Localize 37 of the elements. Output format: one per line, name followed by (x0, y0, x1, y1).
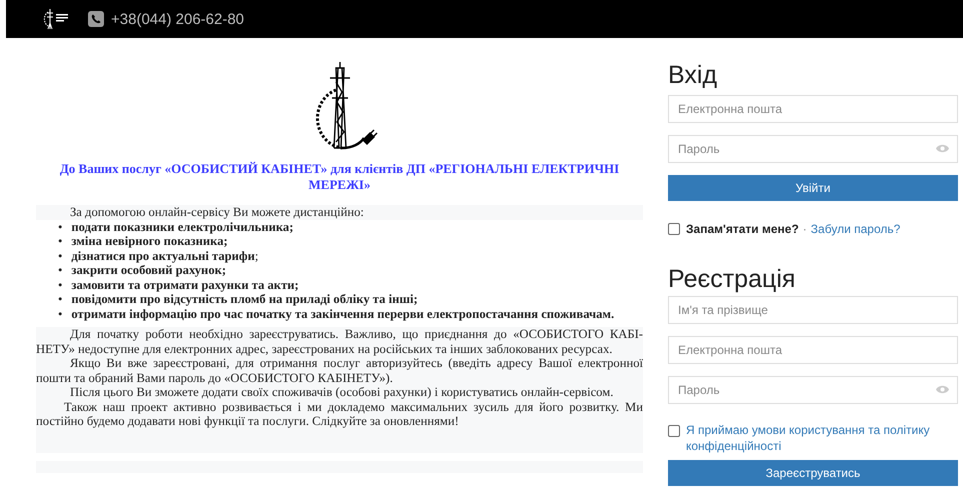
feature-item: дізнатися про актуальні тарифи; (71, 248, 258, 263)
feature-item: зміна невірного показника; (71, 234, 228, 248)
feature-item: повідомити про відсутність пломб на приладі обліку та інші; (71, 292, 418, 306)
bullet-mark: • (58, 278, 62, 292)
email-field[interactable]: Електронна пошта (668, 336, 958, 364)
forgot-password-link[interactable]: Забули пароль? (810, 222, 900, 236)
separator-dot: · (802, 222, 807, 236)
feature-item: подати показники електролічильника; (71, 220, 294, 234)
login-button[interactable]: Увійти (668, 175, 958, 201)
bullet-mark: • (58, 306, 62, 321)
remember-label: Запам'ятати мене? (686, 222, 799, 236)
remember-checkbox[interactable] (668, 223, 680, 235)
bullet-mark: • (58, 263, 62, 278)
password-field[interactable]: Пароль (668, 376, 958, 404)
bullet-mark: • (58, 248, 62, 263)
bullet-mark: • (58, 292, 62, 306)
phone-number: +38(044) 206-62-80 (111, 10, 244, 28)
info-paragraph: Якщо Ви вже зареєстровані, для отримання послуг авторизуйтесь (введіть адресу Вашої електронної пошти та обраний Вами пароль до «ОСОБИСТОГО КАБІНЕТУ»). (36, 356, 643, 385)
login-heading: Вхід (668, 60, 718, 90)
terms-link[interactable]: Я приймаю умови користування та політику конфіденційності (686, 422, 958, 454)
welcome-title: До Ваших послуг «ОСОБИСТИЙ КАБІНЕТ» для клієнтів ДП «РЕГІОНАЛЬНІ ЕЛЕКТРИЧНІ МЕРЕЖІ» (58, 161, 620, 193)
bullet-mark: • (58, 234, 62, 248)
feature-item: замовити та отримати рахунки та акти; (71, 278, 299, 292)
info-paragraph: Також наш проект активно розвивається і ми докладемо максимальних зусиль для його розвитку. Ми постійно будемо додавати нові функції та послуги. Слідкуйте за оновленнями! (36, 400, 643, 428)
feature-item: отримати інформацію про час початку та закінчення перерви електропостачання споживачам. (71, 306, 614, 321)
bullet-mark: • (58, 220, 62, 234)
name-field[interactable]: Ім'я та прізвище (668, 296, 958, 324)
terms-checkbox[interactable] (668, 425, 680, 437)
password-field[interactable]: Пароль (668, 135, 958, 163)
info-paragraph: Для початку роботи необхідно зареєструватись. Важливо, що приєднання до «ОСОБИСТОГО КАБІ-НЕТУ» недоступне для електронних адрес, зареєстрованих на російських та інших заблокованих ресурсах. (36, 327, 643, 356)
features-lead: За допомогою онлайн-сервісу Ви можете дистанційно: (69, 205, 365, 220)
feature-item: закрити особовий рахунок; (71, 263, 226, 278)
register-heading: Реєстрація (668, 264, 796, 294)
register-button[interactable]: Зареєструватись (668, 460, 958, 486)
info-paragraph: Після цього Ви зможете додати своїх споживачів (особові рахунки) і користуватись онлайн-сервісом. (69, 385, 614, 400)
phone-icon (88, 11, 104, 27)
email-field[interactable]: Електронна пошта (668, 95, 958, 123)
